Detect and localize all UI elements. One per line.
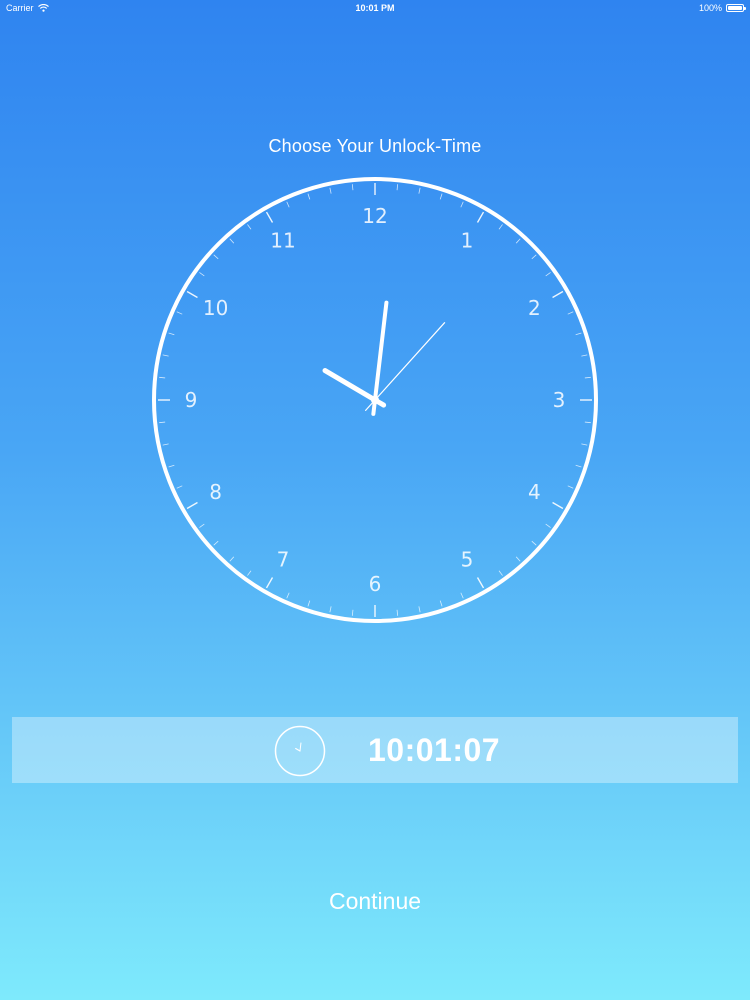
clock-tick [329, 187, 332, 194]
clock-numeral: 7 [277, 547, 290, 571]
clock-tick [162, 354, 169, 357]
clock-numeral: 10 [203, 296, 228, 320]
clock-tick [351, 609, 354, 616]
clock-numeral: 11 [270, 229, 295, 253]
clock-center-pin [371, 396, 379, 404]
clock-tick [418, 187, 421, 194]
clock-numeral: 5 [461, 547, 474, 571]
clock-numeral: 4 [528, 480, 541, 504]
clock-tick [439, 193, 443, 200]
clock-tick [159, 376, 166, 379]
clock-tick [545, 272, 551, 277]
clock-tick [584, 421, 591, 424]
clock-tick [286, 592, 290, 599]
clock-tick [581, 354, 588, 357]
clock-tick [229, 556, 235, 562]
status-bar: Carrier 10:01 PM 100% [0, 0, 750, 16]
clock-tick [396, 609, 399, 616]
clock-tick [531, 254, 537, 260]
clock-tick [213, 540, 219, 546]
clock-tick [498, 570, 503, 576]
clock-tick [567, 485, 574, 489]
clock-tick [418, 606, 421, 613]
clock-tick [545, 523, 551, 528]
clock-tick [567, 311, 574, 315]
clock-tick [575, 464, 582, 468]
clock-tick [199, 272, 205, 277]
status-time: 10:01 PM [355, 3, 395, 13]
clock-tick [531, 540, 537, 546]
clock-tick [351, 184, 354, 191]
continue-button[interactable]: Continue [275, 880, 475, 922]
clock-tick [199, 523, 205, 528]
clock-numeral: 1 [461, 229, 474, 253]
page-title: Choose Your Unlock-Time [268, 136, 482, 156]
clock-tick [575, 332, 582, 336]
clock-tick [460, 201, 464, 208]
clock-tick [229, 238, 235, 244]
selected-time-bar: 10:01:07 [12, 717, 738, 783]
analog-clock-picker[interactable]: 121234567891011 [150, 175, 600, 625]
clock-tick [552, 501, 564, 510]
clock-tick [286, 201, 290, 208]
clock-tick [247, 224, 252, 230]
clock-tick [515, 238, 521, 244]
clock-tick [584, 376, 591, 379]
clock-tick [476, 577, 485, 589]
clock-tick [186, 290, 198, 299]
clock-tick [162, 443, 169, 446]
clock-tick [159, 421, 166, 424]
battery-icon [726, 4, 746, 12]
clock-icon [274, 725, 326, 777]
battery-percent: 100% [698, 3, 722, 13]
clock-tick [176, 485, 183, 489]
clock-tick [307, 600, 311, 607]
clock-numeral: 8 [209, 480, 222, 504]
clock-numeral: 2 [528, 296, 541, 320]
clock-tick [581, 443, 588, 446]
clock-tick [396, 184, 399, 191]
clock-tick [213, 254, 219, 260]
clock-tick [265, 211, 274, 223]
selected-time-readout: 10:01:07 [368, 732, 501, 768]
clock-numeral: 6 [369, 572, 382, 596]
status-right: 100% [698, 0, 746, 16]
clock-tick [498, 224, 503, 230]
clock-tick [476, 211, 485, 223]
clock-tick [168, 464, 175, 468]
clock-tick [176, 311, 183, 315]
clock-tick [186, 501, 198, 510]
clock-tick [247, 570, 252, 576]
clock-numeral: 12 [362, 204, 387, 228]
clock-tick [307, 193, 311, 200]
clock-tick [265, 577, 274, 589]
clock-tick [439, 600, 443, 607]
clock-tick [552, 290, 564, 299]
clock-tick [329, 606, 332, 613]
clock-numeral: 3 [553, 388, 566, 412]
clock-tick [168, 332, 175, 336]
clock-numeral: 9 [185, 388, 198, 412]
clock-tick [515, 556, 521, 562]
battery-fill [728, 6, 742, 10]
clock-tick [460, 592, 464, 599]
